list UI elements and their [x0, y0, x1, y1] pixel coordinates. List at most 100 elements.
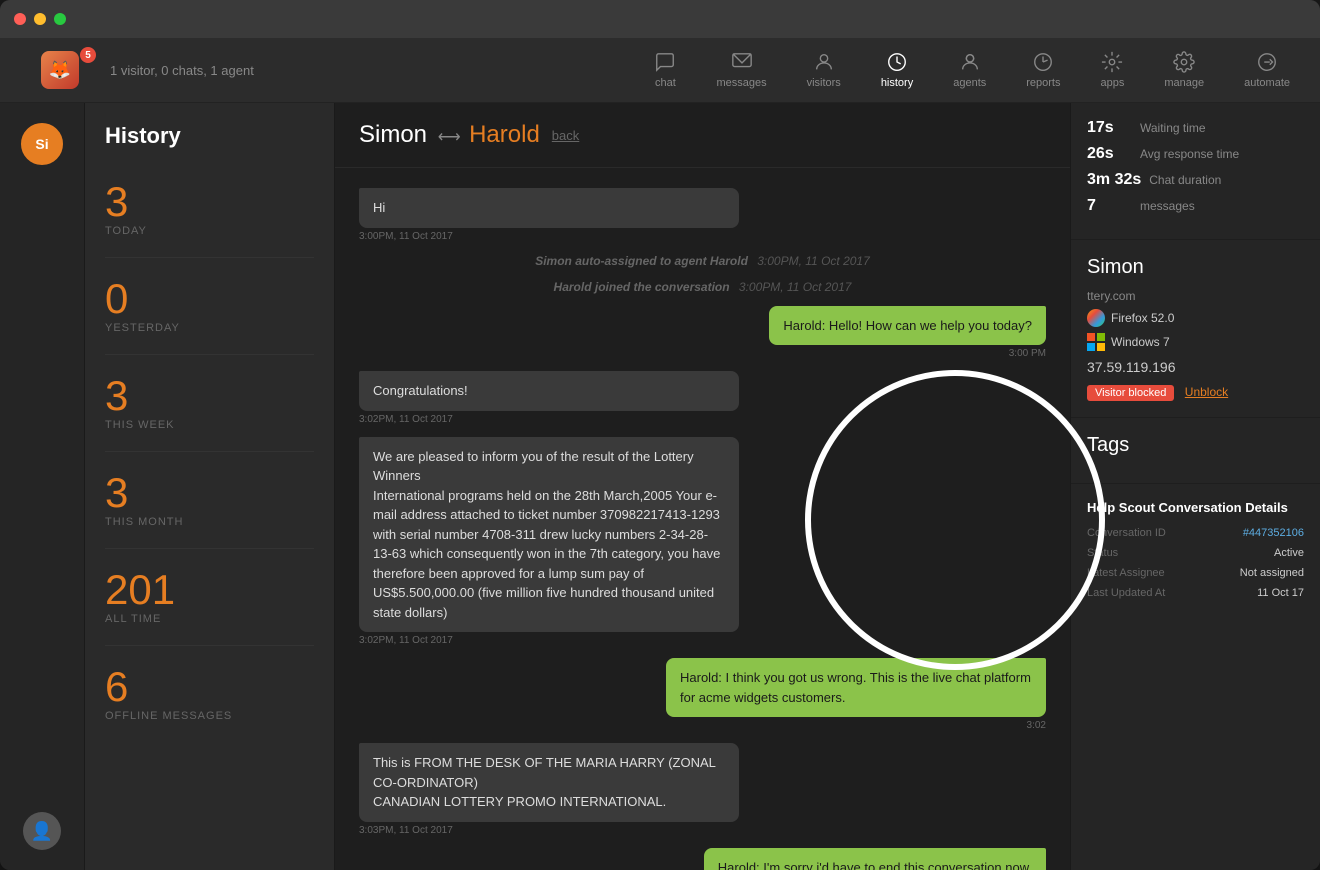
- message-timestamp: 3:00 PM: [769, 348, 1046, 359]
- message-timestamp: 3:03PM, 11 Oct 2017: [359, 825, 1046, 836]
- stat-waiting: 17s Waiting time: [1087, 119, 1304, 137]
- nav-agents-label: agents: [953, 77, 986, 89]
- nav-manage-label: manage: [1164, 77, 1204, 89]
- stat-this-week-number: 3: [105, 375, 314, 417]
- nav-agents[interactable]: agents: [943, 47, 996, 93]
- unblock-button[interactable]: Unblock: [1185, 385, 1228, 399]
- hs-status-key: Status: [1087, 547, 1118, 559]
- chat-from: Simon ⟷ Harold: [359, 121, 540, 149]
- stat-today-label: TODAY: [105, 225, 314, 237]
- helpscout-section: Help Scout Conversation Details Conversa…: [1071, 484, 1320, 623]
- titlebar: [0, 0, 1320, 38]
- stat-duration-desc: Chat duration: [1149, 173, 1221, 187]
- stat-response-desc: Avg response time: [1140, 147, 1239, 161]
- hs-conv-id-key: Conversation ID: [1087, 527, 1166, 539]
- nav-messages[interactable]: messages: [706, 47, 776, 93]
- stat-this-month: 3 THIS MONTH: [85, 460, 334, 540]
- message-7: Harold: I'm sorry i'd have to end this c…: [704, 848, 1046, 870]
- stat-duration: 3m 32s Chat duration: [1087, 171, 1304, 189]
- arrow-icon: ⟷: [438, 129, 465, 146]
- nav-visitors[interactable]: visitors: [797, 47, 851, 93]
- sidebar: Si 👤: [0, 103, 85, 870]
- message-timestamp: 3:00PM, 11 Oct 2017: [359, 231, 1046, 242]
- nav-history[interactable]: history: [871, 47, 923, 93]
- stat-messages: 7 messages: [1087, 197, 1304, 215]
- nav-visitors-label: visitors: [807, 77, 841, 89]
- stat-today: 3 TODAY: [85, 169, 334, 249]
- nav-items: chat messages visitors history: [644, 47, 1300, 93]
- hs-assignee-key: Latest Assignee: [1087, 567, 1165, 579]
- stat-messages-val: 7: [1087, 197, 1132, 215]
- message-bubble-right: Harold: Hello! How can we help you today…: [769, 306, 1046, 346]
- stat-messages-desc: messages: [1140, 199, 1195, 213]
- app-logo[interactable]: 🦊: [41, 51, 79, 89]
- stats-card: 17s Waiting time 26s Avg response time 3…: [1071, 103, 1320, 240]
- main-content: Si 👤 History 3 TODAY 0 YESTERDAY: [0, 103, 1320, 870]
- nav-manage[interactable]: manage: [1154, 47, 1214, 93]
- hs-updated-val: 11 Oct 17: [1257, 587, 1304, 599]
- stat-today-number: 3: [105, 181, 314, 223]
- hs-status-val: Active: [1274, 547, 1304, 559]
- back-link[interactable]: back: [552, 128, 579, 143]
- visitor-browser: Firefox 52.0: [1111, 311, 1174, 325]
- blocked-badge: Visitor blocked: [1087, 385, 1174, 401]
- visitor-browser-row: Firefox 52.0: [1087, 309, 1304, 327]
- nav-messages-label: messages: [716, 77, 766, 89]
- stat-all-time-number: 201: [105, 569, 314, 611]
- chat-header: Simon ⟷ Harold back: [335, 103, 1070, 168]
- nav-chat[interactable]: chat: [644, 47, 686, 93]
- visitor-title: Simon: [1087, 256, 1304, 279]
- nav-apps[interactable]: apps: [1091, 47, 1135, 93]
- hs-updated-row: Last Updated At 11 Oct 17: [1087, 587, 1304, 599]
- visitor-website: ttery.com: [1087, 289, 1304, 303]
- hs-assignee-val: Not assigned: [1240, 567, 1304, 579]
- tags-title: Tags: [1087, 434, 1304, 457]
- nav-chat-label: chat: [655, 77, 676, 89]
- close-button[interactable]: [14, 13, 26, 25]
- stat-this-week: 3 THIS WEEK: [85, 363, 334, 443]
- tags-section: Tags: [1071, 418, 1320, 484]
- stat-this-month-label: THIS MONTH: [105, 516, 314, 528]
- message-timestamp: 3:02PM, 11 Oct 2017: [359, 414, 1046, 425]
- history-panel-title: History: [85, 123, 334, 169]
- nav-automate[interactable]: automate: [1234, 47, 1300, 93]
- stat-all-time: 201 ALL TIME: [85, 557, 334, 637]
- message-4: We are pleased to inform you of the resu…: [359, 437, 1046, 647]
- hs-status-row: Status Active: [1087, 547, 1304, 559]
- message-timestamp: 3:02PM, 11 Oct 2017: [359, 635, 1046, 646]
- stat-offline-number: 6: [105, 666, 314, 708]
- stat-offline-label: OFFLINE MESSAGES: [105, 710, 314, 722]
- stat-offline: 6 OFFLINE MESSAGES: [85, 654, 334, 734]
- user-avatar[interactable]: 👤: [23, 812, 61, 850]
- message-bubble-left: We are pleased to inform you of the resu…: [359, 437, 739, 633]
- stat-waiting-val: 17s: [1087, 119, 1132, 137]
- windows-icon: [1087, 333, 1105, 351]
- hs-conv-id-row: Conversation ID #447352106: [1087, 527, 1304, 539]
- hs-updated-key: Last Updated At: [1087, 587, 1165, 599]
- hs-conv-id-val: #447352106: [1243, 527, 1304, 539]
- top-navigation: 🦊 5 1 visitor, 0 chats, 1 agent chat mes…: [0, 38, 1320, 103]
- message-1: Hi 3:00PM, 11 Oct 2017: [359, 188, 1046, 242]
- chat-area: Simon ⟷ Harold back Hi 3:00PM, 11 Oct 20…: [335, 103, 1070, 870]
- right-panel: 17s Waiting time 26s Avg response time 3…: [1070, 103, 1320, 870]
- app-window: 🦊 5 1 visitor, 0 chats, 1 agent chat mes…: [0, 0, 1320, 870]
- message-5: Harold: I think you got us wrong. This i…: [666, 658, 1046, 731]
- nav-apps-label: apps: [1101, 77, 1125, 89]
- message-2: Harold: Hello! How can we help you today…: [769, 306, 1046, 360]
- message-bubble-left: Hi: [359, 188, 739, 228]
- message-bubble-left: This is FROM THE DESK OF THE MARIA HARRY…: [359, 743, 739, 822]
- message-bubble-left: Congratulations!: [359, 371, 739, 411]
- visitor-ip: 37.59.119.196: [1087, 359, 1304, 375]
- avatar[interactable]: Si: [21, 123, 63, 165]
- app-body: 🦊 5 1 visitor, 0 chats, 1 agent chat mes…: [0, 38, 1320, 870]
- status-text: 1 visitor, 0 chats, 1 agent: [110, 63, 254, 78]
- stat-waiting-desc: Waiting time: [1140, 121, 1206, 135]
- stat-response-val: 26s: [1087, 145, 1132, 163]
- nav-reports[interactable]: reports: [1016, 47, 1070, 93]
- minimize-button[interactable]: [34, 13, 46, 25]
- stat-this-month-number: 3: [105, 472, 314, 514]
- helpscout-title: Help Scout Conversation Details: [1087, 500, 1304, 515]
- maximize-button[interactable]: [54, 13, 66, 25]
- stat-yesterday-number: 0: [105, 278, 314, 320]
- firefox-icon: [1087, 309, 1105, 327]
